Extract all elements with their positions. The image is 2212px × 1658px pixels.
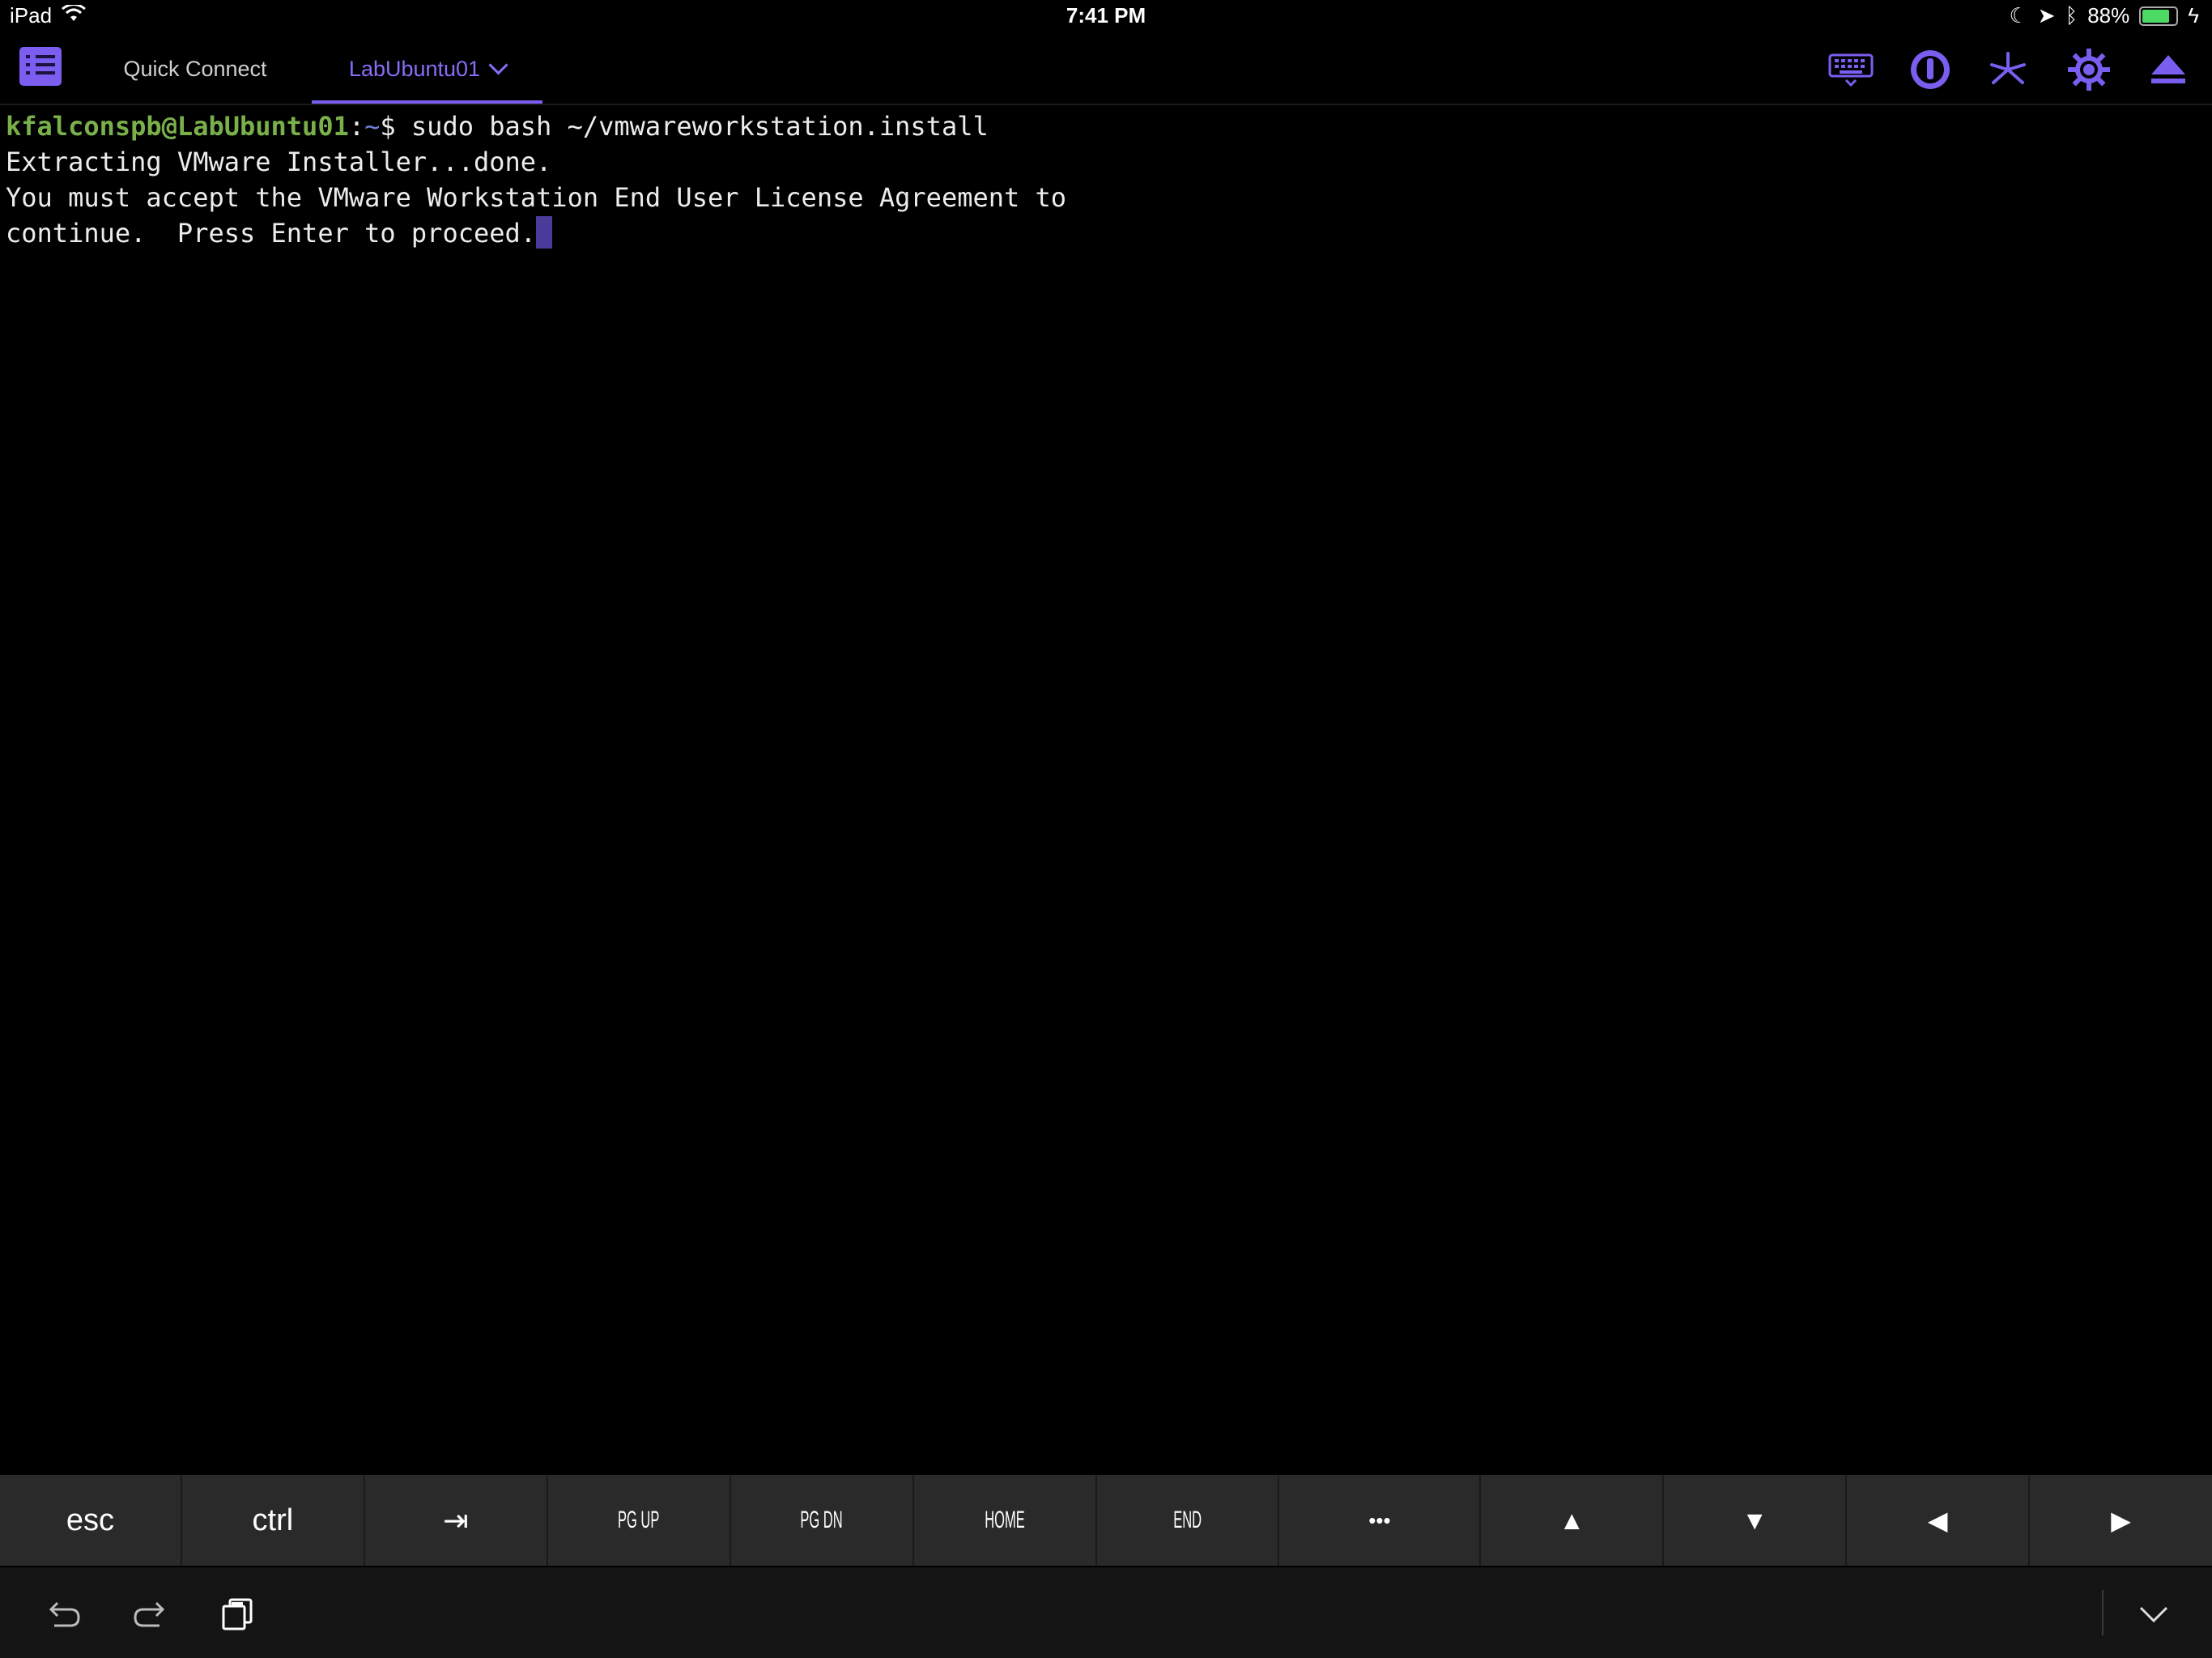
command-text: sudo bash ~/vmwareworkstation.install — [395, 111, 989, 142]
page-down-label: PG DN — [800, 1507, 843, 1533]
arrow-right-key[interactable]: ▶ — [2030, 1475, 2212, 1566]
undo-icon[interactable] — [39, 1590, 87, 1639]
status-time: 7:41 PM — [1066, 3, 1146, 28]
keyboard-icon[interactable] — [1828, 47, 1874, 92]
page-up-label: PG UP — [618, 1507, 660, 1533]
prompt-user: kfalconspb@LabUbuntu01 — [6, 111, 349, 142]
tab-quick-connect-label: Quick Connect — [123, 56, 267, 81]
prompt-separator: : — [348, 111, 365, 142]
page-up-key[interactable]: PG UP — [548, 1475, 731, 1566]
battery-percent: 88% — [2087, 3, 2130, 28]
status-bar: iPad 7:41 PM ☾ ➤ ᛒ 88% ϟ — [0, 0, 2212, 34]
top-bar: Quick Connect LabUbuntu01 — [0, 34, 2212, 105]
bluetooth-icon: ᛒ — [2065, 3, 2078, 28]
home-label: HOME — [984, 1507, 1025, 1533]
eject-icon[interactable] — [2146, 47, 2191, 92]
chevron-down-icon[interactable] — [488, 54, 508, 75]
page-down-key[interactable]: PG DN — [731, 1475, 914, 1566]
command-line: kfalconspb@LabUbuntu01:~$ sudo bash ~/vm… — [6, 108, 2206, 144]
ctrl-key[interactable]: ctrl — [182, 1475, 365, 1566]
arrow-up-key[interactable]: ▲ — [1481, 1475, 1665, 1566]
redo-icon[interactable] — [126, 1590, 175, 1639]
output-line: Extracting VMware Installer...done. — [6, 147, 552, 177]
hide-keyboard-chevron-icon[interactable] — [2129, 1590, 2178, 1639]
asterisk-icon[interactable] — [1985, 47, 2031, 92]
settings-gear-icon[interactable] — [2066, 47, 2112, 92]
tab-key[interactable]: ⇥ — [365, 1475, 548, 1566]
output-line-text: continue. Press Enter to proceed. — [6, 218, 537, 249]
output-line-last: continue. Press Enter to proceed. — [6, 215, 2206, 251]
arrow-left-key[interactable]: ◀ — [1847, 1475, 2031, 1566]
terminal-output[interactable]: kfalconspb@LabUbuntu01:~$ sudo bash ~/vm… — [0, 105, 2212, 1473]
tab-quick-connect[interactable]: Quick Connect — [105, 34, 285, 104]
password-key-icon[interactable] — [1908, 47, 1953, 92]
divider — [2102, 1590, 2104, 1635]
special-keys-bar: esc ctrl ⇥ PG UP PG DN HOME END ••• ▲ ▼ … — [0, 1475, 2212, 1566]
tab-labubuntu01-label: LabUbuntu01 — [348, 56, 481, 81]
keyboard-shortcut-bar — [0, 1567, 2212, 1658]
end-key[interactable]: END — [1097, 1475, 1280, 1566]
location-icon: ➤ — [2037, 3, 2056, 28]
home-key[interactable]: HOME — [914, 1475, 1097, 1566]
moon-icon: ☾ — [2009, 3, 2028, 28]
prompt-symbol: $ — [380, 111, 396, 142]
more-keys-button[interactable]: ••• — [1279, 1475, 1482, 1566]
output-line: You must accept the VMware Workstation E… — [6, 182, 1067, 213]
prompt-path: ~ — [364, 111, 381, 142]
tab-labubuntu01[interactable]: LabUbuntu01 — [312, 34, 542, 104]
hosts-menu-button[interactable] — [19, 47, 62, 86]
terminal-cursor — [536, 216, 553, 249]
battery-icon — [2139, 6, 2179, 26]
esc-key[interactable]: esc — [0, 1475, 182, 1566]
status-right: ☾ ➤ ᛒ 88% ϟ — [2009, 3, 2199, 28]
arrow-down-key[interactable]: ▼ — [1664, 1475, 1848, 1566]
charging-icon: ϟ — [2188, 3, 2199, 28]
end-label: END — [1173, 1507, 1202, 1533]
paste-icon[interactable] — [214, 1590, 262, 1639]
active-tab-indicator — [312, 100, 542, 104]
